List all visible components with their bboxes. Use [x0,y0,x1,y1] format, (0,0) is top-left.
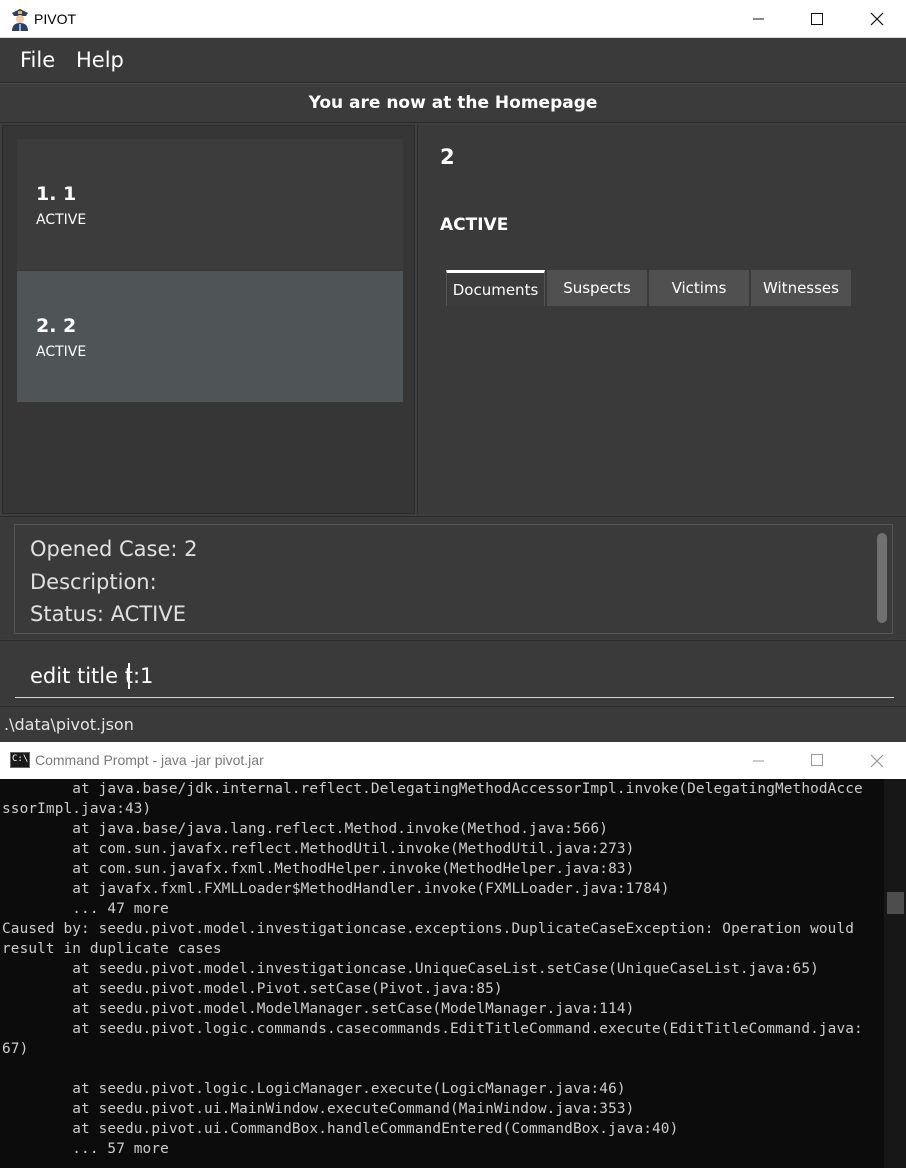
console-icon: C:\ [10,752,30,768]
police-officer-icon [12,9,28,31]
console-line: at java.base/jdk.internal.reflect.Delega… [2,781,863,797]
cmd-minimize-button[interactable] [730,742,788,779]
console-line: at seedu.pivot.ui.CommandBox.handleComma… [2,1121,679,1137]
command-prompt-window: C:\ Command Prompt - java -jar pivot.jar… [0,742,906,1168]
case-status: ACTIVE [36,212,87,228]
close-icon [870,12,884,26]
result-display[interactable]: Opened Case: 2 Description: Status: ACTI… [14,524,893,634]
minimize-icon [753,760,764,761]
page-banner: You are now at the Homepage [0,83,906,123]
window-title: PIVOT [34,11,77,27]
console-line: at com.sun.javafx.reflect.MethodUtil.inv… [2,841,635,857]
case-detail-status: ACTIVE [440,215,509,235]
case-list-item-selected[interactable]: 2. 2 ACTIVE [17,271,403,402]
case-detail-panel: 2 ACTIVE Documents Suspects Victims Witn… [417,125,906,514]
result-display-panel: Opened Case: 2 Description: Status: ACTI… [0,516,906,639]
console-line: Caused by: seedu.pivot.model.investigati… [2,921,855,937]
cmd-titlebar: C:\ Command Prompt - java -jar pivot.jar [0,742,906,779]
result-line: Description: [30,570,157,594]
tab-witnesses[interactable]: Witnesses [751,270,851,306]
result-line: Status: ACTIVE [30,602,186,626]
command-box-panel [0,640,906,706]
tab-suspects[interactable]: Suspects [547,270,647,306]
case-title: 1. 1 [36,183,77,205]
status-bar: .\data\pivot.json [0,706,906,742]
minimize-button[interactable] [730,0,788,38]
maximize-button[interactable] [788,0,846,38]
console-line: at java.base/java.lang.reflect.Method.in… [2,821,609,837]
maximize-icon [810,12,823,25]
result-line: Opened Case: 2 [30,537,198,561]
menu-file[interactable]: File [20,48,55,72]
storage-path: .\data\pivot.json [4,715,134,734]
close-icon [870,754,884,767]
console-line: ssorImpl.java:43) [2,801,152,817]
command-input[interactable] [15,654,894,698]
text-caret [128,663,130,689]
minimize-icon [753,18,764,20]
cmd-close-button[interactable] [848,742,906,779]
console-line: at seedu.pivot.model.investigationcase.U… [2,961,819,977]
console-line: result in duplicate cases [2,941,222,957]
case-list-item[interactable]: 1. 1 ACTIVE [17,139,403,270]
maximize-icon [810,754,823,766]
console-line: at seedu.pivot.logic.commands.casecomman… [2,1021,863,1037]
case-list-panel: 1. 1 ACTIVE 2. 2 ACTIVE [2,125,415,514]
console-line: ... 57 more [2,1141,169,1157]
menu-help[interactable]: Help [76,48,124,72]
cmd-window-title: Command Prompt - java -jar pivot.jar [35,752,264,768]
console-line: at seedu.pivot.model.Pivot.setCase(Pivot… [2,981,503,997]
close-button[interactable] [848,0,906,38]
console-line: at seedu.pivot.ui.MainWindow.executeComm… [2,1101,635,1117]
menu-bar: File Help [0,38,906,83]
cmd-scrollbar-track[interactable] [884,779,906,1168]
case-title: 2. 2 [36,315,77,337]
console-line: at seedu.pivot.model.ModelManager.setCas… [2,1001,635,1017]
console-line: 67) [2,1041,29,1057]
tab-victims[interactable]: Victims [649,270,749,306]
banner-text: You are now at the Homepage [308,93,598,113]
result-scrollbar[interactable] [877,533,887,623]
console-line: at javafx.fxml.FXMLLoader$MethodHandler.… [2,881,670,897]
console-line: at com.sun.javafx.fxml.MethodHelper.invo… [2,861,635,877]
cmd-maximize-button[interactable] [788,742,846,779]
case-status: ACTIVE [36,344,87,360]
cmd-scrollbar-thumb[interactable] [887,892,904,914]
console-output[interactable]: at java.base/jdk.internal.reflect.Delega… [0,779,884,1168]
pivot-titlebar: PIVOT [0,0,906,38]
pivot-window: PIVOT File Help You are now at the Homep… [0,0,906,742]
tab-documents[interactable]: Documents [446,270,545,306]
case-detail-tabs: Documents Suspects Victims Witnesses [446,270,853,306]
console-line: ... 47 more [2,901,169,917]
case-detail-title: 2 [440,145,455,169]
console-line: at seedu.pivot.logic.LogicManager.execut… [2,1081,626,1097]
